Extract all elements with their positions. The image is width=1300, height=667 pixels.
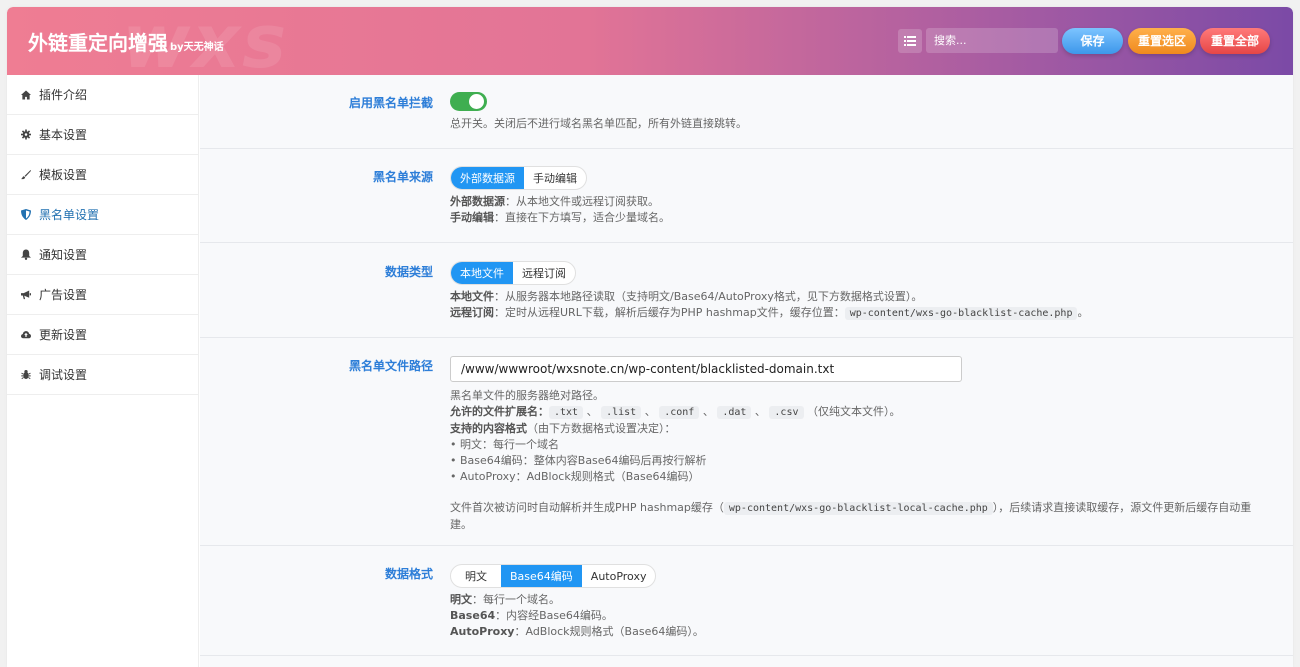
- sidebar-item-update[interactable]: 更新设置: [7, 315, 198, 355]
- header: wxs 外链重定向增强 by天无神话 搜索... 保存 重置选区 重置全部: [7, 7, 1293, 85]
- field-label: 数据格式: [384, 567, 433, 581]
- sidebar-item-label: 通知设置: [39, 248, 88, 262]
- field-label: 黑名单来源: [372, 170, 433, 184]
- sidebar-item-intro[interactable]: 插件介绍: [7, 75, 198, 115]
- sidebar-item-template[interactable]: 模板设置: [7, 155, 198, 195]
- field-description: 明文：每行一个域名。 Base64：内容经Base64编码。 AutoProxy…: [450, 593, 704, 638]
- extension-code: .txt: [549, 406, 584, 419]
- data-format-segmented-control: 明文 Base64编码 AutoProxy: [450, 564, 657, 588]
- sidebar-item-label: 广告设置: [39, 288, 88, 302]
- extension-code: .csv: [769, 406, 804, 419]
- blacklist-file-path-input[interactable]: /www/wwwroot/wxsnote.cn/wp-content/black…: [450, 356, 962, 382]
- section-enable-blacklist: 启用黑名单拦截 总开关。关闭后不进行域名黑名单匹配，所有外链直接跳转。: [200, 75, 1293, 149]
- section-file-path: 黑名单文件路径 /www/wwwroot/wxsnote.cn/wp-conte…: [200, 338, 1293, 546]
- list-view-button[interactable]: [898, 29, 922, 53]
- sidebar-item-label: 调试设置: [39, 368, 88, 382]
- list-icon: [904, 36, 916, 46]
- field-description: 本地文件：从服务器本地路径读取（支持明文/Base64/AutoProxy格式，…: [450, 290, 1089, 320]
- cache-path-code: wp-content/wxs-go-blacklist-cache.php: [844, 307, 1078, 320]
- plugin-title-text: 外链重定向增强: [28, 31, 168, 55]
- source-segmented-control: 外部数据源 手动编辑: [450, 166, 587, 190]
- format-option-plain[interactable]: 明文: [451, 565, 501, 587]
- source-option-external[interactable]: 外部数据源: [451, 167, 524, 189]
- gear-icon: [21, 129, 31, 141]
- plugin-author: by天无神话: [170, 42, 224, 53]
- sidebar-item-ads[interactable]: 广告设置: [7, 275, 198, 315]
- enable-blacklist-toggle[interactable]: [450, 92, 487, 111]
- search-input[interactable]: 搜索...: [926, 28, 1058, 53]
- field-label: 数据类型: [384, 265, 433, 279]
- plugin-title: 外链重定向增强 by天无神话: [28, 27, 224, 56]
- sidebar-item-label: 插件介绍: [39, 88, 88, 102]
- data-type-option-remote[interactable]: 远程订阅: [513, 262, 575, 284]
- home-icon: [21, 89, 31, 101]
- data-type-option-local[interactable]: 本地文件: [451, 262, 513, 284]
- shield-icon: [21, 209, 31, 221]
- settings-panel: 启用黑名单拦截 总开关。关闭后不进行域名黑名单匹配，所有外链直接跳转。 黑名单来…: [200, 75, 1293, 667]
- format-option-autoproxy[interactable]: AutoProxy: [582, 565, 656, 587]
- field-description: 黑名单文件的服务器绝对路径。 允许的文件扩展名： .txt 、 .list 、 .…: [450, 389, 1252, 531]
- extension-code: .list: [601, 406, 642, 419]
- sidebar: 插件介绍 基本设置 模板设置 黑名单设置 通知设置 广告设置 更新设置 调试设置: [7, 75, 199, 667]
- local-cache-path-code: wp-content/wxs-go-blacklist-local-cache.…: [723, 502, 993, 515]
- extension-code: .conf: [659, 406, 700, 419]
- sidebar-item-label: 黑名单设置: [39, 208, 100, 222]
- enable-field: 总开关。关闭后不进行域名黑名单匹配，所有外链直接跳转。: [450, 92, 747, 132]
- data-format-field: 明文 Base64编码 AutoProxy 明文：每行一个域名。 Base64：内容…: [450, 564, 704, 640]
- sidebar-item-label: 模板设置: [39, 168, 88, 182]
- field-description: 总开关。关闭后不进行域名黑名单匹配，所有外链直接跳转。: [450, 117, 747, 130]
- reset-selected-button[interactable]: 重置选区: [1128, 28, 1196, 54]
- sidebar-item-label: 基本设置: [39, 128, 88, 142]
- sidebar-item-debug[interactable]: 调试设置: [7, 355, 198, 395]
- data-type-field: 本地文件 远程订阅 本地文件：从服务器本地路径读取（支持明文/Base64/Aut…: [450, 261, 1088, 322]
- cloud-upload-icon: [21, 329, 31, 341]
- reset-all-button[interactable]: 重置全部: [1200, 28, 1270, 54]
- file-path-field: /www/wwwroot/wxsnote.cn/wp-content/black…: [450, 356, 1260, 533]
- field-description: 外部数据源：从本地文件或远程订阅获取。 手动编辑：直接在下方填写，适合少量域名。: [450, 195, 670, 224]
- data-type-segmented-control: 本地文件 远程订阅: [450, 261, 576, 285]
- section-data-format: 数据格式 明文 Base64编码 AutoProxy 明文：每行一个域名。 Base…: [200, 546, 1293, 656]
- source-field: 外部数据源 手动编辑 外部数据源：从本地文件或远程订阅获取。 手动编辑：直接在下方…: [450, 166, 670, 226]
- save-button[interactable]: 保存: [1062, 28, 1123, 54]
- source-option-manual[interactable]: 手动编辑: [524, 167, 586, 189]
- field-label: 黑名单文件路径: [348, 359, 433, 373]
- app-window: wxs 外链重定向增强 by天无神话 搜索... 保存 重置选区 重置全部 插件介…: [7, 7, 1293, 667]
- brush-icon: [21, 169, 31, 181]
- section-blacklist-source: 黑名单来源 外部数据源 手动编辑 外部数据源：从本地文件或远程订阅获取。 手动编辑…: [200, 149, 1293, 243]
- field-label: 启用黑名单拦截: [348, 96, 433, 110]
- section-data-type: 数据类型 本地文件 远程订阅 本地文件：从服务器本地路径读取（支持明文/Base6…: [200, 243, 1293, 338]
- sidebar-item-label: 更新设置: [39, 328, 88, 342]
- format-option-base64[interactable]: Base64编码: [501, 565, 582, 587]
- extension-code: .dat: [717, 406, 752, 419]
- bell-icon: [21, 249, 31, 261]
- sidebar-item-blacklist[interactable]: 黑名单设置: [7, 195, 198, 235]
- bug-icon: [21, 369, 31, 381]
- bullhorn-icon: [21, 289, 31, 301]
- sidebar-item-notify[interactable]: 通知设置: [7, 235, 198, 275]
- sidebar-item-basic[interactable]: 基本设置: [7, 115, 198, 155]
